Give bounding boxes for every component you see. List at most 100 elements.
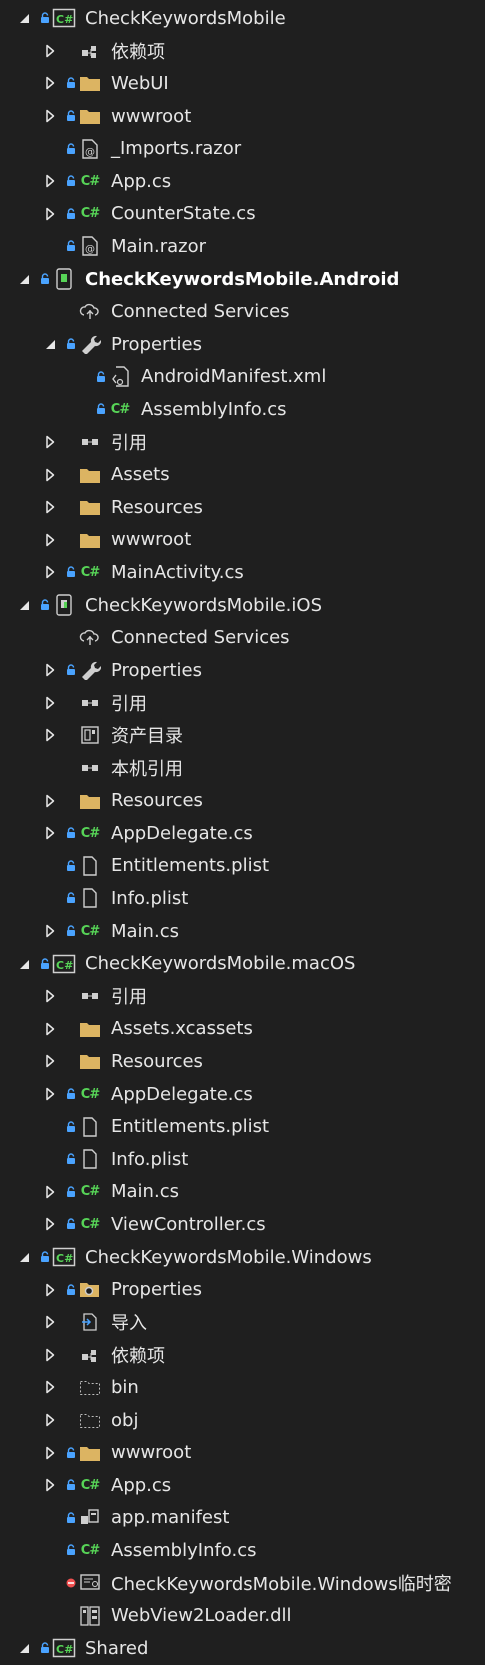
tree-item[interactable]: Assets bbox=[0, 458, 485, 491]
expand-arrow-icon[interactable] bbox=[42, 1051, 58, 1071]
expand-arrow-icon[interactable] bbox=[42, 660, 58, 680]
expand-arrow-icon[interactable] bbox=[42, 1345, 58, 1365]
tree-item[interactable]: 引用 bbox=[0, 980, 485, 1013]
tree-item-label: Properties bbox=[111, 659, 202, 681]
tree-item[interactable]: Info.plist bbox=[0, 1143, 485, 1176]
tree-item[interactable]: CheckKeywordsMobile.Windows临时密 bbox=[0, 1567, 485, 1600]
tree-item[interactable]: C# CheckKeywordsMobile.macOS bbox=[0, 947, 485, 980]
expand-arrow-icon[interactable] bbox=[42, 1410, 58, 1430]
expand-arrow-icon[interactable] bbox=[42, 106, 58, 126]
expand-arrow-icon[interactable] bbox=[42, 41, 58, 61]
expand-arrow-icon[interactable] bbox=[42, 1084, 58, 1104]
lock-icon bbox=[94, 403, 108, 415]
tree-item[interactable]: CheckKeywordsMobile.iOS bbox=[0, 589, 485, 622]
tree-item[interactable]: CheckKeywordsMobile.Android bbox=[0, 263, 485, 296]
tree-item[interactable]: Connected Services bbox=[0, 295, 485, 328]
tree-item[interactable]: C# MainActivity.cs bbox=[0, 556, 485, 589]
tree-item[interactable]: C# AssemblyInfo.cs bbox=[0, 393, 485, 426]
collapse-arrow-icon[interactable] bbox=[16, 1247, 32, 1267]
expand-arrow-icon[interactable] bbox=[42, 171, 58, 191]
expand-arrow-icon[interactable] bbox=[42, 73, 58, 93]
tree-item-label: 引用 bbox=[111, 693, 147, 715]
expand-arrow-icon[interactable] bbox=[42, 204, 58, 224]
dll-icon bbox=[78, 1605, 102, 1627]
expand-arrow-icon[interactable] bbox=[42, 1312, 58, 1332]
tree-item[interactable]: bin bbox=[0, 1371, 485, 1404]
tree-item[interactable]: obj bbox=[0, 1404, 485, 1437]
tree-item[interactable]: Info.plist bbox=[0, 882, 485, 915]
tree-item[interactable]: Resources bbox=[0, 1045, 485, 1078]
collapse-arrow-icon[interactable] bbox=[16, 1638, 32, 1658]
tree-item[interactable]: Resources bbox=[0, 491, 485, 524]
tree-item[interactable]: 依赖项 bbox=[0, 1339, 485, 1372]
tree-item[interactable]: Properties bbox=[0, 1273, 485, 1306]
expand-arrow-icon[interactable] bbox=[42, 1280, 58, 1300]
tree-item-label: ViewController.cs bbox=[111, 1213, 266, 1235]
tree-item[interactable]: C# App.cs bbox=[0, 165, 485, 198]
tree-item[interactable]: Resources bbox=[0, 784, 485, 817]
tree-item[interactable]: @ _Imports.razor bbox=[0, 132, 485, 165]
tree-item[interactable]: @ Main.razor bbox=[0, 230, 485, 263]
tree-item[interactable]: Assets.xcassets bbox=[0, 1013, 485, 1046]
tree-item[interactable]: C# ViewController.cs bbox=[0, 1208, 485, 1241]
folder-icon bbox=[78, 1442, 102, 1464]
tree-item[interactable]: 导入 bbox=[0, 1306, 485, 1339]
collapse-arrow-icon[interactable] bbox=[16, 595, 32, 615]
tree-item[interactable]: C# App.cs bbox=[0, 1469, 485, 1502]
tree-item[interactable]: C# CheckKeywordsMobile.Windows bbox=[0, 1241, 485, 1274]
tree-item[interactable]: Properties bbox=[0, 328, 485, 361]
tree-item[interactable]: C# CheckKeywordsMobile bbox=[0, 2, 485, 35]
tree-item[interactable]: C# CounterState.cs bbox=[0, 198, 485, 231]
tree-item[interactable]: C# AppDelegate.cs bbox=[0, 1078, 485, 1111]
csharp-project-icon: C# bbox=[52, 7, 76, 29]
tree-item[interactable]: 引用 bbox=[0, 426, 485, 459]
collapse-arrow-icon[interactable] bbox=[16, 954, 32, 974]
expand-arrow-icon[interactable] bbox=[42, 465, 58, 485]
tree-item[interactable]: 资产目录 bbox=[0, 719, 485, 752]
tree-item-label: AndroidManifest.xml bbox=[141, 366, 327, 388]
tree-item[interactable]: C# AssemblyInfo.cs bbox=[0, 1534, 485, 1567]
tree-item[interactable]: AndroidManifest.xml bbox=[0, 361, 485, 394]
tree-item[interactable]: 引用 bbox=[0, 687, 485, 720]
expand-arrow-icon[interactable] bbox=[42, 986, 58, 1006]
tree-item[interactable]: C# Main.cs bbox=[0, 915, 485, 948]
expand-arrow-icon[interactable] bbox=[42, 823, 58, 843]
tree-item[interactable]: WebUI bbox=[0, 67, 485, 100]
expand-arrow-icon[interactable] bbox=[42, 497, 58, 517]
collapse-arrow-icon[interactable] bbox=[42, 334, 58, 354]
expand-arrow-icon[interactable] bbox=[42, 432, 58, 452]
lock-icon bbox=[38, 273, 52, 285]
tree-item[interactable]: Properties bbox=[0, 654, 485, 687]
tree-item[interactable]: Entitlements.plist bbox=[0, 1110, 485, 1143]
imports-icon bbox=[78, 1311, 102, 1333]
tree-item[interactable]: Entitlements.plist bbox=[0, 850, 485, 883]
tree-item[interactable]: Connected Services bbox=[0, 621, 485, 654]
expand-arrow-icon[interactable] bbox=[42, 562, 58, 582]
collapse-arrow-icon[interactable] bbox=[16, 269, 32, 289]
lock-icon bbox=[64, 1447, 78, 1459]
collapse-arrow-icon[interactable] bbox=[16, 8, 32, 28]
tree-item[interactable]: WebView2Loader.dll bbox=[0, 1599, 485, 1632]
tree-item[interactable]: 依赖项 bbox=[0, 35, 485, 68]
tree-item[interactable]: wwwroot bbox=[0, 524, 485, 557]
tree-item[interactable]: 本机引用 bbox=[0, 752, 485, 785]
tree-item[interactable]: wwwroot bbox=[0, 100, 485, 133]
expand-arrow-icon[interactable] bbox=[42, 693, 58, 713]
expand-arrow-icon[interactable] bbox=[42, 1019, 58, 1039]
expand-arrow-icon[interactable] bbox=[42, 921, 58, 941]
tree-item[interactable]: app.manifest bbox=[0, 1502, 485, 1535]
expand-arrow-icon[interactable] bbox=[42, 791, 58, 811]
expand-arrow-icon[interactable] bbox=[42, 1214, 58, 1234]
tree-item[interactable]: wwwroot bbox=[0, 1436, 485, 1469]
expand-arrow-icon[interactable] bbox=[42, 530, 58, 550]
expand-arrow-icon[interactable] bbox=[42, 1377, 58, 1397]
expand-arrow-icon[interactable] bbox=[42, 725, 58, 745]
expand-arrow-icon[interactable] bbox=[42, 1475, 58, 1495]
expand-arrow-icon[interactable] bbox=[42, 1182, 58, 1202]
tree-item[interactable]: C# AppDelegate.cs bbox=[0, 817, 485, 850]
tree-item[interactable]: C# Shared bbox=[0, 1632, 485, 1665]
expand-arrow-icon[interactable] bbox=[42, 1443, 58, 1463]
tree-item[interactable]: C# Main.cs bbox=[0, 1176, 485, 1209]
